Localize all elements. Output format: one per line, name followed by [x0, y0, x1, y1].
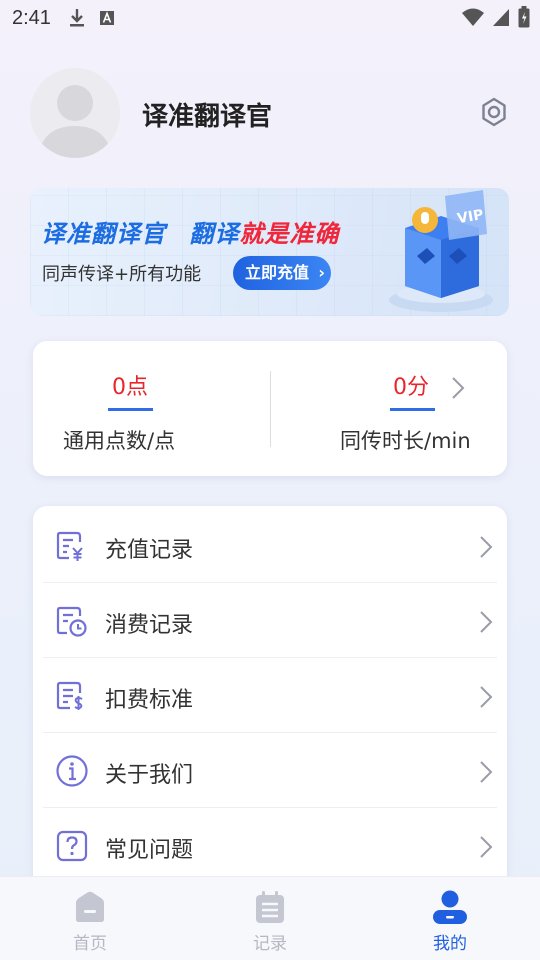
- home-icon: [76, 891, 104, 922]
- points-stat[interactable]: 0点 通用点数/点: [33, 341, 270, 476]
- chevron-right-icon: [480, 536, 493, 558]
- menu-label: 充值记录: [105, 538, 194, 563]
- menu-label: 常见问题: [105, 838, 194, 863]
- tab-label: 记录: [253, 934, 287, 954]
- default-avatar-icon: [30, 68, 120, 158]
- menu-item-billing-standard[interactable]: 扣费标准: [33, 658, 507, 733]
- banner-title-brand: 译准翻译官: [41, 220, 166, 248]
- billing-standard-icon: [56, 681, 83, 710]
- gear-icon: [482, 97, 506, 127]
- menu-label: 消费记录: [105, 613, 194, 638]
- vip-promo-banner[interactable]: 译准翻译官 翻译就是准确 同声传译+所有功能 立即充值 › VIP: [30, 188, 509, 316]
- tab-label: 我的: [433, 934, 467, 954]
- status-time: 2:41: [12, 6, 51, 29]
- duration-underline: [390, 408, 435, 411]
- chevron-right-icon: [452, 377, 465, 399]
- banner-subtitle: 同声传译+所有功能: [42, 264, 202, 285]
- info-icon: [56, 755, 88, 787]
- notepad-icon: [256, 891, 284, 923]
- consumption-record-icon: [56, 606, 87, 637]
- account-menu: 充值记录 消费记录 扣费标准 关于我们 常见问题: [33, 506, 507, 906]
- tab-home[interactable]: 首页: [0, 877, 180, 960]
- status-notification-icons: [69, 8, 115, 28]
- recharge-now-label: 立即充值: [245, 263, 310, 282]
- recharge-record-icon: [56, 531, 83, 561]
- wifi-icon: [462, 8, 484, 26]
- status-bar: 2:41: [0, 0, 540, 36]
- tab-mine[interactable]: 我的: [360, 877, 540, 960]
- menu-item-faq[interactable]: 常见问题: [33, 808, 507, 883]
- banner-title-accurate: 就是准确: [239, 220, 340, 248]
- vip-box-illustration: VIP: [389, 190, 493, 312]
- menu-label: 扣费标准: [105, 688, 194, 713]
- menu-item-about-us[interactable]: 关于我们: [33, 733, 507, 808]
- download-icon: [69, 9, 84, 27]
- menu-label: 关于我们: [105, 763, 194, 788]
- status-system-icons: [462, 6, 530, 28]
- points-value: 0点: [112, 375, 148, 400]
- tab-label: 首页: [73, 934, 107, 954]
- menu-item-recharge-record[interactable]: 充值记录: [33, 508, 507, 583]
- font-a-icon: [99, 11, 114, 25]
- chevron-right-icon: ›: [318, 263, 326, 282]
- signal-icon: [493, 9, 509, 26]
- chevron-right-icon: [480, 836, 493, 858]
- balance-stats-card: 0点 通用点数/点 0分 同传时长/min: [33, 341, 507, 476]
- settings-button[interactable]: [478, 96, 510, 128]
- tab-records[interactable]: 记录: [180, 877, 360, 960]
- profile-header: 译准翻译官: [30, 68, 510, 158]
- battery-icon: [518, 6, 530, 28]
- banner-title-translate: 翻译: [189, 220, 240, 248]
- menu-item-consumption-record[interactable]: 消费记录: [33, 583, 507, 658]
- user-icon: [433, 890, 467, 924]
- recharge-now-button[interactable]: 立即充值 ›: [233, 256, 332, 290]
- chevron-right-icon: [480, 761, 493, 783]
- avatar[interactable]: [30, 68, 120, 158]
- chevron-right-icon: [480, 686, 493, 708]
- banner-title: 译准翻译官 翻译就是准确: [41, 214, 339, 249]
- points-label: 通用点数/点: [63, 429, 176, 453]
- duration-value: 0分: [393, 375, 429, 400]
- bottom-tab-bar: 首页 记录 我的: [0, 876, 540, 960]
- duration-label: 同传时长/min: [340, 429, 471, 453]
- chevron-right-icon: [480, 611, 493, 633]
- duration-stat[interactable]: 0分 同传时长/min: [270, 341, 507, 476]
- points-underline: [108, 408, 153, 411]
- question-icon: [56, 830, 88, 862]
- username: 译准翻译官: [142, 102, 273, 132]
